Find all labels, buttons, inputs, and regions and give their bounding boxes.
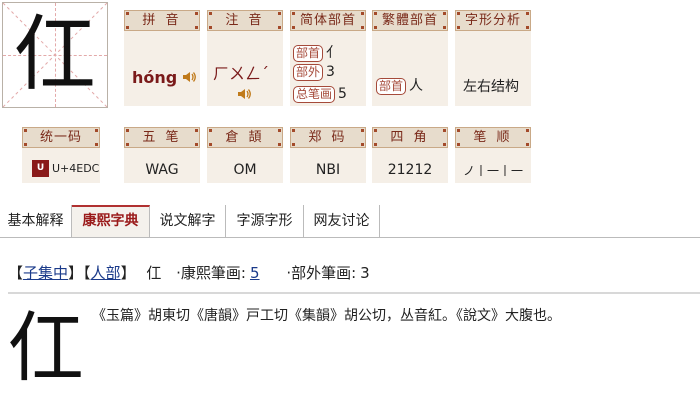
kangxi-strokes-link[interactable]: 5 <box>250 264 260 282</box>
kangxi-strokes-label: ·康熙筆画: <box>176 264 246 282</box>
simplified-radical-row: 部首亻 <box>293 42 340 62</box>
kangxi-char: 仜 <box>146 264 162 282</box>
tab-character-origin[interactable]: 字源字形 <box>226 205 304 237</box>
divider <box>8 292 700 294</box>
simplified-radical-cell: 简体部首 部首亻 部外 3 总笔画 5 <box>290 10 366 106</box>
tab-basic-explanation[interactable]: 基本解释 <box>0 205 72 237</box>
pinyin-value: hóng <box>132 68 178 87</box>
stroke-order-value: ノ丨一丨一 <box>462 164 523 178</box>
tab-user-discussion[interactable]: 网友讨论 <box>304 205 380 237</box>
zhuyin-header: 注 音 <box>207 10 283 31</box>
cangjie-cell: 倉 頡 OM <box>207 127 283 183</box>
speaker-icon[interactable] <box>182 70 196 88</box>
structure-cell: 字形分析 左右结构 <box>455 10 531 106</box>
zhengma-cell: 郑 码 NBI <box>290 127 366 183</box>
kangxi-large-character: 仜 <box>8 303 84 392</box>
main-character: 仜 <box>13 7 96 102</box>
traditional-radical-cell: 繁體部首 部首人 <box>372 10 448 106</box>
cangjie-value: OM <box>233 162 257 178</box>
unicode-logo-icon: U <box>32 160 49 177</box>
bracket: 】 <box>120 264 136 282</box>
traditional-radical-header: 繁體部首 <box>372 10 448 31</box>
unicode-header: 统一码 <box>22 127 100 148</box>
tab-bar: 基本解释 康熙字典 说文解字 字源字形 网友讨论 <box>0 205 700 238</box>
structure-value: 左右结构 <box>463 79 519 95</box>
zhengma-header: 郑 码 <box>290 127 366 148</box>
simplified-total-row: 总笔画 5 <box>293 86 347 103</box>
simplified-radical-header: 简体部首 <box>290 10 366 31</box>
zhengma-value: NBI <box>315 162 341 178</box>
wubi-header: 五 笔 <box>124 127 200 148</box>
radical-link[interactable]: 人部 <box>91 264 121 282</box>
cangjie-header: 倉 頡 <box>207 127 283 148</box>
structure-header: 字形分析 <box>455 10 531 31</box>
character-box: 仜 <box>2 2 108 108</box>
kangxi-header-line: 【子集中】【人部】 仜 ·康熙筆画: 5 ·部外筆画: 3 <box>8 262 370 283</box>
unicode-cell: 统一码 U U+4EDC <box>22 127 100 183</box>
traditional-radical-row: 部首人 <box>376 75 423 95</box>
pinyin-header: 拼 音 <box>124 10 200 31</box>
outside-strokes-value: 3 <box>360 264 370 282</box>
speaker-icon[interactable] <box>237 86 251 105</box>
sijiao-cell: 四 角 21212 <box>372 127 448 183</box>
wubi-cell: 五 笔 WAG <box>124 127 200 183</box>
stroke-order-cell: 笔 顺 ノ丨一丨一 <box>455 127 531 183</box>
sijiao-value: 21212 <box>387 162 433 178</box>
zhuyin-value: ㄏㄨㄥˊ <box>213 64 270 83</box>
wubi-value: WAG <box>145 162 179 178</box>
tab-shuowen[interactable]: 说文解字 <box>150 205 226 237</box>
outside-strokes-label: ·部外筆画: <box>286 264 357 282</box>
collection-link[interactable]: 子集中 <box>23 264 68 282</box>
stroke-order-header: 笔 顺 <box>455 127 531 148</box>
simplified-outside-row: 部外 3 <box>293 64 335 81</box>
bracket: 【 <box>8 264 24 282</box>
zhuyin-cell: 注 音 ㄏㄨㄥˊ <box>207 10 283 106</box>
bracket: 】【 <box>68 264 91 282</box>
tab-kangxi-dictionary[interactable]: 康熙字典 <box>72 205 150 237</box>
pinyin-cell: 拼 音 hóng <box>124 10 200 106</box>
sijiao-header: 四 角 <box>372 127 448 148</box>
unicode-value: U+4EDC <box>52 162 100 175</box>
kangxi-definition: 《玉篇》胡東切《唐韻》戸工切《集韻》胡公切，丛音紅。《說文》大腹也。 <box>92 308 561 324</box>
